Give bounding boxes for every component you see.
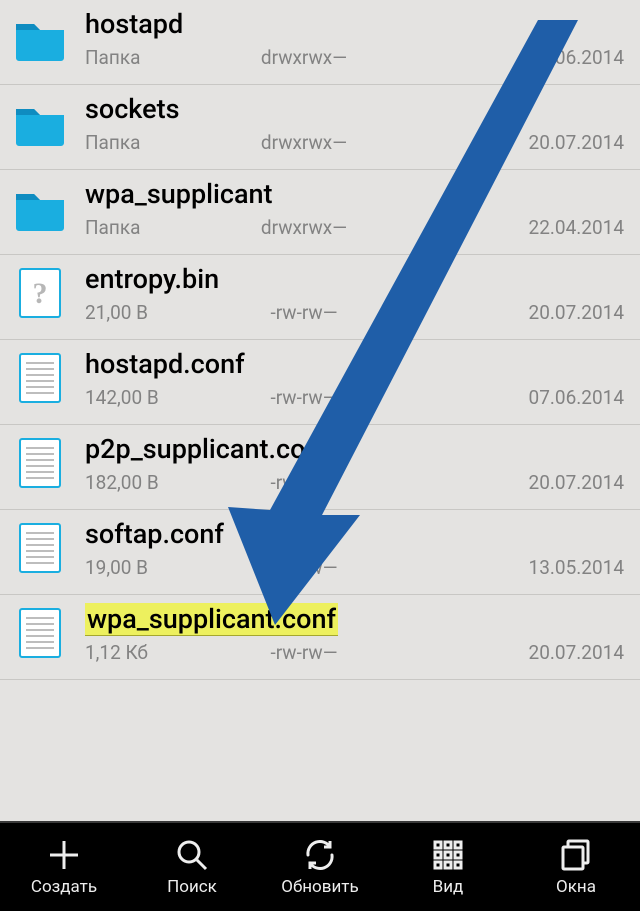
file-text-icon [12, 605, 68, 661]
file-name: entropy.bin [85, 263, 219, 295]
file-name: p2p_supplicant.conf [85, 433, 330, 465]
plus-icon [46, 837, 82, 873]
file-row[interactable]: ? entropy.bin 21,00 B -rw-rw— 20.07.2014 [0, 255, 640, 340]
file-date: 07.06.2014 [529, 46, 624, 69]
file-date: 20.07.2014 [529, 131, 624, 154]
file-date: 22.04.2014 [529, 216, 624, 239]
file-size: 142,00 B [85, 386, 159, 409]
file-permissions: -rw-rw— [244, 641, 364, 664]
file-permissions: drwxrwx— [244, 216, 364, 239]
file-name: sockets [85, 93, 179, 125]
windows-label: Окна [556, 877, 596, 897]
file-text-icon [12, 435, 68, 491]
file-row[interactable]: hostapd Папка drwxrwx— 07.06.2014 [0, 0, 640, 85]
file-permissions: drwxrwx— [244, 46, 364, 69]
file-name: wpa_supplicant [85, 178, 273, 210]
view-button[interactable]: Вид [384, 823, 512, 911]
search-label: Поиск [167, 877, 217, 897]
file-permissions: -rw-rw— [244, 386, 364, 409]
windows-button[interactable]: Окна [512, 823, 640, 911]
file-row[interactable]: p2p_supplicant.conf 182,00 B -rw-rw— 20.07.… [0, 425, 640, 510]
file-permissions: -rw-rw— [244, 471, 364, 494]
grid-icon [430, 837, 466, 873]
create-label: Создать [31, 877, 97, 897]
file-name: hostapd [85, 8, 183, 40]
file-date: 20.07.2014 [529, 471, 624, 494]
search-button[interactable]: Поиск [128, 823, 256, 911]
file-text-icon [12, 520, 68, 576]
file-row[interactable]: wpa_supplicant.conf 1,12 Кб -rw-rw— 20.07.2… [0, 595, 640, 680]
file-name: wpa_supplicant.conf [85, 603, 338, 635]
folder-icon [12, 180, 68, 236]
file-date: 13.05.2014 [529, 556, 624, 579]
refresh-icon [302, 837, 338, 873]
file-size: 182,00 B [85, 471, 159, 494]
file-row[interactable]: sockets Папка drwxrwx— 20.07.2014 [0, 85, 640, 170]
file-row[interactable]: wpa_supplicant Папка drwxrwx— 22.04.2014 [0, 170, 640, 255]
file-size: 19,00 B [85, 556, 148, 579]
windows-icon [558, 837, 594, 873]
file-size: 1,12 Кб [85, 641, 148, 664]
file-date: 20.07.2014 [529, 641, 624, 664]
file-permissions: -rw-rw— [244, 301, 364, 324]
file-date: 20.07.2014 [529, 301, 624, 324]
refresh-button[interactable]: Обновить [256, 823, 384, 911]
file-date: 07.06.2014 [529, 386, 624, 409]
view-label: Вид [433, 877, 464, 897]
file-name: hostapd.conf [85, 348, 245, 380]
file-permissions: -rw-rw— [244, 556, 364, 579]
folder-icon [12, 10, 68, 66]
file-row[interactable]: softap.conf 19,00 B -rw-rw— 13.05.2014 [0, 510, 640, 595]
folder-icon [12, 95, 68, 151]
file-type-label: Папка [85, 216, 140, 239]
file-size: 21,00 B [85, 301, 148, 324]
file-row[interactable]: hostapd.conf 142,00 B -rw-rw— 07.06.2014 [0, 340, 640, 425]
file-unknown-icon: ? [12, 265, 68, 321]
search-icon [174, 837, 210, 873]
file-name: softap.conf [85, 518, 224, 550]
svg-text:?: ? [33, 277, 48, 310]
file-type-label: Папка [85, 131, 140, 154]
file-text-icon [12, 350, 68, 406]
create-button[interactable]: Создать [0, 823, 128, 911]
toolbar: Создать Поиск Обновить Вид Окна [0, 821, 640, 911]
file-type-label: Папка [85, 46, 140, 69]
refresh-label: Обновить [281, 877, 358, 897]
file-permissions: drwxrwx— [244, 131, 364, 154]
